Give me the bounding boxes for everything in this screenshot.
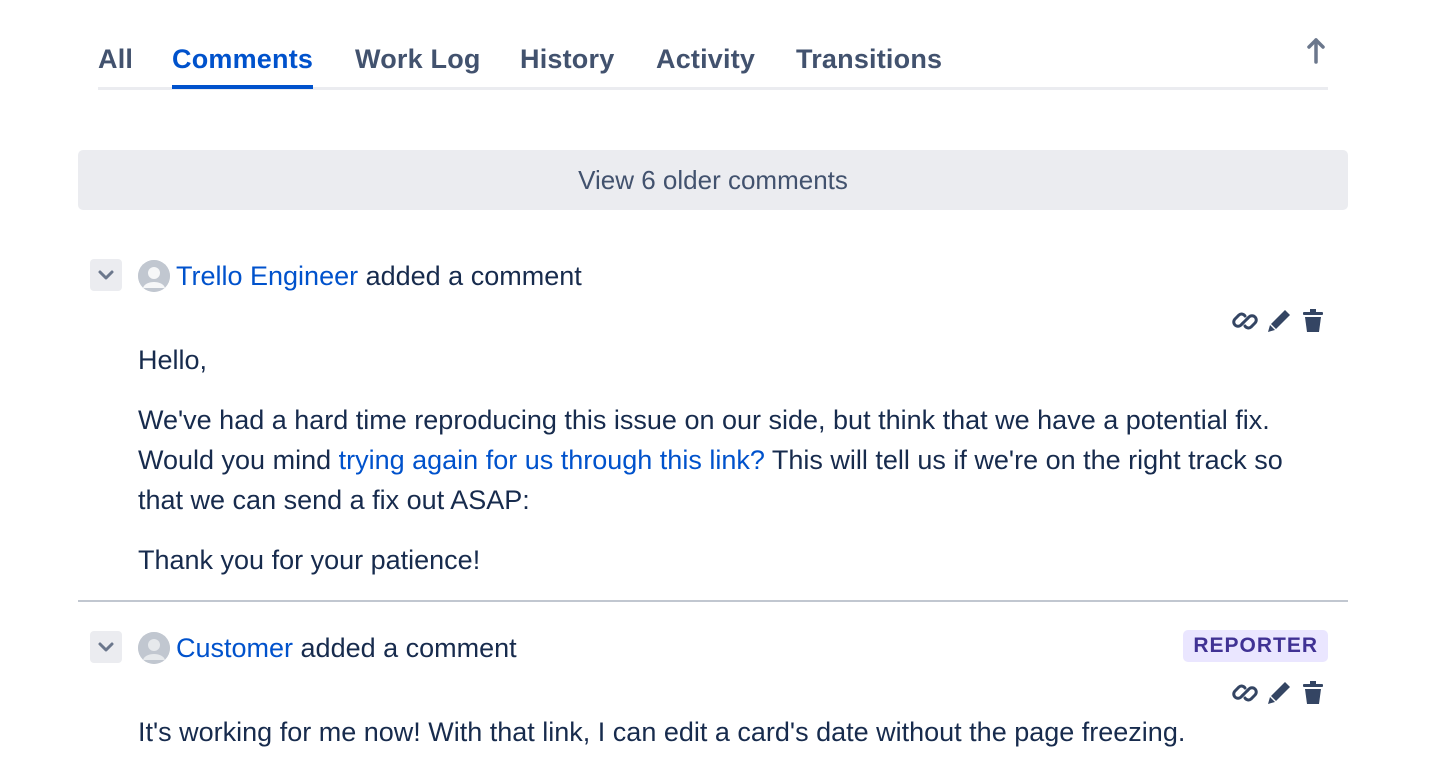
tab-history[interactable]: History [520,44,614,75]
comment-body: Hello, We've had a hard time reproducing… [138,340,1328,600]
comment-action-text: added a comment [358,261,582,291]
avatar[interactable] [138,260,170,292]
comment-actions [1230,306,1328,336]
comment-paragraph: We've had a hard time reproducing this i… [138,400,1328,520]
comment-body: It's working for me now! With that link,… [138,712,1328,772]
pencil-icon[interactable] [1264,678,1294,708]
chevron-down-icon [98,642,114,652]
retry-link[interactable]: trying again for us through this link? [339,445,765,475]
trash-icon[interactable] [1298,678,1328,708]
tab-work-log[interactable]: Work Log [355,44,481,75]
comment-action-text: added a comment [293,633,517,663]
user-avatar-icon [138,632,170,664]
pencil-icon[interactable] [1264,306,1294,336]
avatar[interactable] [138,632,170,664]
arrow-up-icon [1307,38,1325,64]
comment-divider [78,600,1348,602]
comment-paragraph: Thank you for your patience! [138,545,481,575]
scroll-to-top-button[interactable] [1304,36,1328,66]
comment-header: Trello Engineer added a comment [176,258,582,294]
activity-tabs: All Comments Work Log History Activity T… [98,40,1328,90]
link-icon[interactable] [1230,306,1260,336]
user-avatar-icon [138,260,170,292]
trash-icon[interactable] [1298,306,1328,336]
reporter-badge: REPORTER [1183,630,1328,662]
comment-paragraph: Hello, [138,345,208,375]
comment-paragraph: It's working for me now! With that link,… [138,717,1186,747]
tab-activity[interactable]: Activity [656,44,755,75]
view-older-comments-button[interactable]: View 6 older comments [78,150,1348,210]
chevron-down-icon [98,270,114,280]
comment-actions [1230,678,1328,708]
comment-author-link[interactable]: Customer [176,633,293,663]
tab-transitions[interactable]: Transitions [796,44,942,75]
collapse-comment-button[interactable] [90,259,122,291]
comment-author-link[interactable]: Trello Engineer [176,261,358,291]
tab-all[interactable]: All [98,44,133,75]
link-icon[interactable] [1230,678,1260,708]
tab-comments[interactable]: Comments [172,44,314,89]
collapse-comment-button[interactable] [90,631,122,663]
comment-header: Customer added a comment [176,630,517,666]
